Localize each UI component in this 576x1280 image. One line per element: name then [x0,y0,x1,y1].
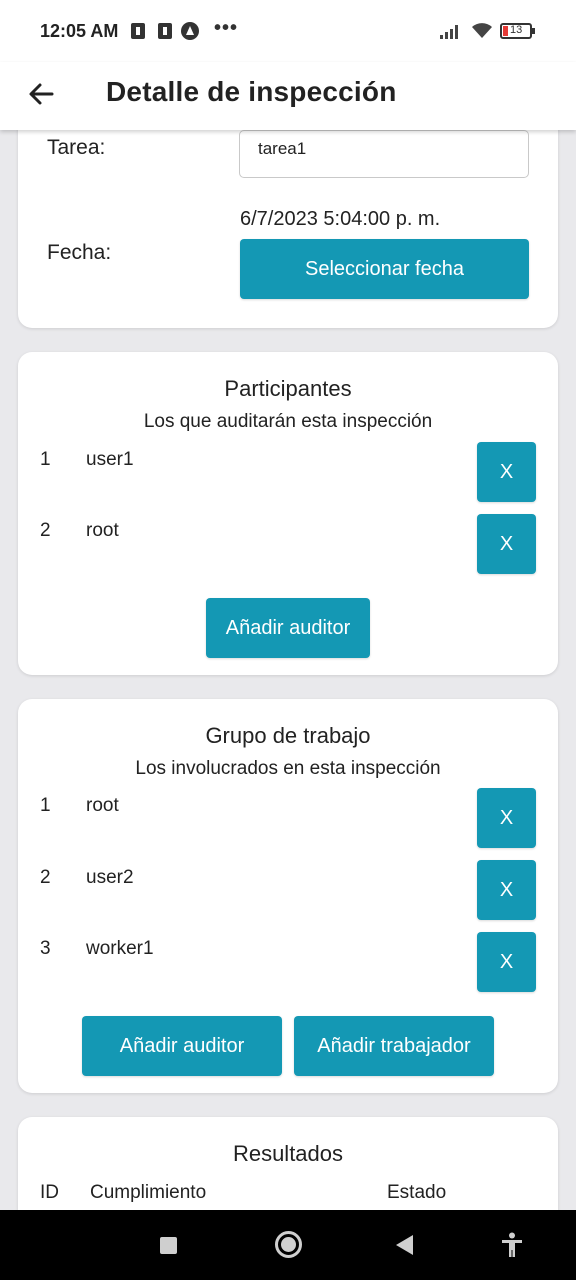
inspection-info-card: Tarea: tarea1 6/7/2023 5:04:00 p. m. Fec… [18,100,558,328]
status-bar: 12:05 AM ••• 13 [0,0,576,62]
date-value: 6/7/2023 5:04:00 p. m. [240,208,441,230]
work-group-card: Grupo de trabajo Los involucrados en est… [18,699,558,1093]
wifi-icon [472,23,492,38]
task-input[interactable]: tarea1 [239,130,529,178]
list-item-number: 1 [40,449,51,470]
remove-member-button[interactable]: X [477,932,536,992]
list-item-number: 3 [40,938,51,959]
status-time: 12:05 AM [40,21,119,41]
notification-icon [131,23,145,39]
results-title: Resultados [232,1141,344,1166]
system-navigation-bar [0,1210,576,1280]
remove-participant-button[interactable]: X [477,442,536,502]
list-item-name: worker1 [86,938,154,959]
more-notifications-icon: ••• [214,17,239,39]
remove-participant-button[interactable]: X [477,514,536,574]
list-item-name: user2 [86,867,134,888]
recent-apps-icon[interactable] [160,1237,177,1254]
signal-icon [440,25,462,39]
app-notification-icon [181,22,199,40]
accessibility-icon[interactable] [500,1232,524,1258]
list-item-name: root [86,795,119,816]
arrow-left-icon[interactable] [22,74,62,114]
work-group-subtitle: Los involucrados en esta inspección [135,758,441,779]
add-auditor-button[interactable]: Añadir auditor [82,1016,282,1076]
add-worker-button[interactable]: Añadir trabajador [294,1016,494,1076]
battery-icon: 13 [500,23,532,39]
participants-card: Participantes Los que auditarán esta ins… [18,352,558,675]
list-item-number: 1 [40,795,51,816]
page-title: Detalle de inspección [106,76,397,107]
list-item-number: 2 [40,867,51,888]
remove-member-button[interactable]: X [477,860,536,920]
add-auditor-button[interactable]: Añadir auditor [206,598,370,658]
battery-level: 13 [510,24,523,36]
back-icon[interactable] [396,1235,413,1255]
select-date-button[interactable]: Seleccionar fecha [240,239,529,299]
list-item-number: 2 [40,520,51,541]
list-item-name: root [86,520,119,541]
participants-subtitle: Los que auditarán esta inspección [143,411,433,432]
column-header-status: Estado [387,1182,447,1203]
date-label: Fecha: [47,241,112,264]
column-header-id: ID [40,1182,59,1203]
app-bar: Detalle de inspección [0,62,576,130]
remove-member-button[interactable]: X [477,788,536,848]
notification-icon [158,23,172,39]
list-item-name: user1 [86,449,134,470]
participants-title: Participantes [224,376,352,401]
column-header-compliance: Cumplimiento [90,1182,207,1203]
work-group-title: Grupo de trabajo [205,723,371,748]
home-icon[interactable] [275,1231,302,1258]
task-label: Tarea: [47,136,106,159]
